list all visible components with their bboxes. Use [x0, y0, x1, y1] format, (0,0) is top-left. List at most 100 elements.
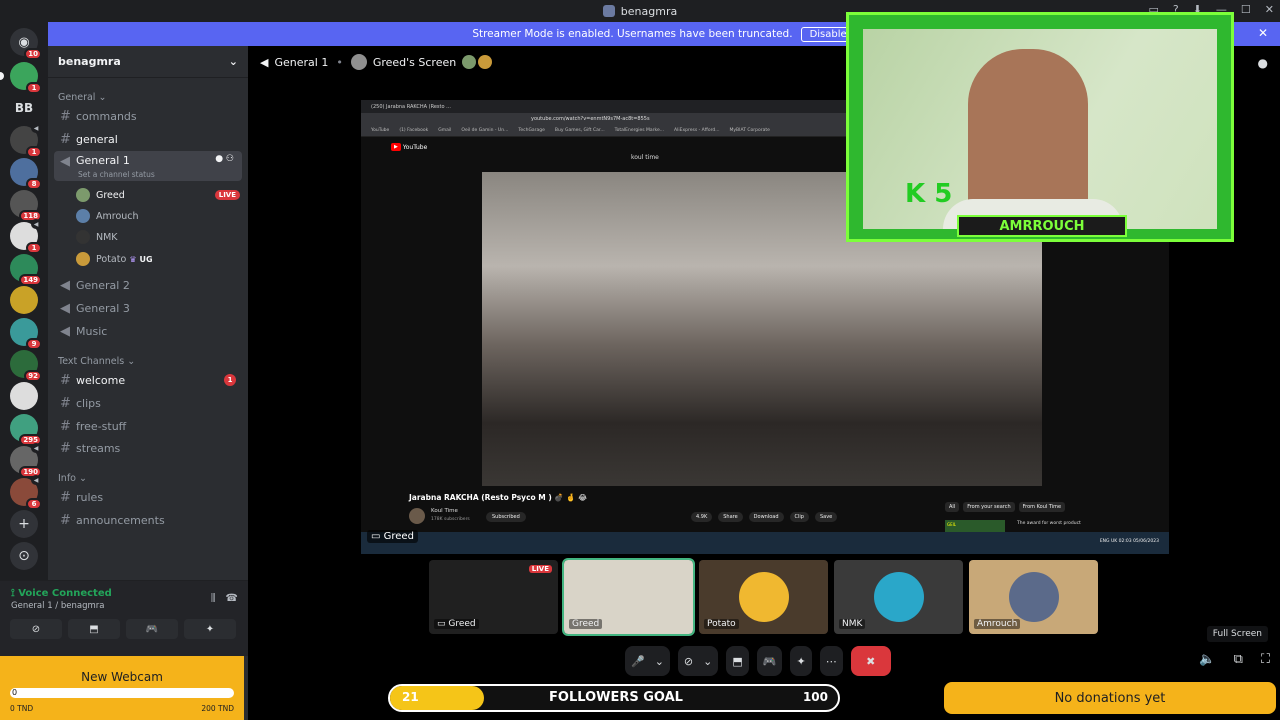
- speaker-icon: ◀: [31, 443, 41, 453]
- popout-icon[interactable]: ⧉: [1234, 652, 1243, 667]
- channel-general[interactable]: # general: [54, 129, 242, 149]
- participant-tile[interactable]: Greed: [562, 558, 695, 636]
- participant-name: Amrouch: [974, 619, 1021, 629]
- explore-servers-button[interactable]: ⊙: [10, 542, 38, 570]
- server-icon[interactable]: 8: [10, 158, 42, 190]
- server-header[interactable]: benagmra ⌄: [48, 46, 248, 78]
- taskbar-clock: ENG UK 02:03 05/06/2023: [1099, 539, 1159, 544]
- close-window-button[interactable]: ✕: [1265, 3, 1274, 16]
- channel-welcome[interactable]: # welcome 1: [54, 370, 242, 390]
- tag-icon: ♛: [129, 254, 137, 264]
- participant-tile[interactable]: Potato: [699, 560, 828, 634]
- server-icon[interactable]: 92: [10, 350, 42, 382]
- share-screen-button[interactable]: ⬒: [68, 619, 120, 639]
- channel-music[interactable]: ◀ Music: [54, 321, 242, 341]
- logo-text: K 5: [905, 179, 953, 209]
- server-icon[interactable]: ◀ 6: [10, 475, 42, 510]
- chat-icon[interactable]: ●: [1258, 56, 1268, 70]
- category-info[interactable]: Info ⌄: [58, 473, 87, 484]
- voice-status[interactable]: ⟟ Voice Connected: [11, 588, 112, 599]
- soundboard-button[interactable]: ✦: [184, 619, 236, 639]
- camera-button[interactable]: ⊘ ⌄: [677, 646, 719, 676]
- avatar: [350, 54, 367, 70]
- webcam-goal-min: 0 TND: [10, 704, 34, 713]
- soundboard-button[interactable]: ✦: [790, 646, 812, 676]
- fullscreen-icon[interactable]: ⛶: [1261, 652, 1270, 667]
- server-icon[interactable]: 118: [10, 190, 42, 222]
- server-badge: 92: [24, 370, 42, 382]
- participant-tile[interactable]: LIVE ▭ Greed: [429, 560, 558, 634]
- channel-rules[interactable]: # rules: [54, 487, 242, 507]
- channel-free-stuff[interactable]: # free-stuff: [54, 416, 242, 436]
- channel-announcements[interactable]: # announcements: [54, 510, 242, 530]
- disconnect-icon[interactable]: ☎: [226, 593, 238, 604]
- avatar: [462, 55, 477, 69]
- noise-suppression-icon[interactable]: ⫼: [211, 593, 216, 604]
- home-button[interactable]: ◉ 10: [10, 28, 42, 60]
- voice-user-amrouch[interactable]: Amrouch: [76, 207, 139, 225]
- avatar: [478, 55, 493, 69]
- avatar: [739, 572, 789, 622]
- server-icon[interactable]: ◀ 190: [10, 443, 42, 478]
- hash-icon: #: [60, 372, 71, 388]
- stream-owner-label: ▭ Greed: [367, 530, 418, 543]
- server-icon[interactable]: 149: [10, 254, 42, 286]
- category-general[interactable]: General ⌄: [58, 92, 106, 103]
- maximize-button[interactable]: ☐: [1241, 3, 1251, 16]
- fullscreen-tooltip: Full Screen: [1206, 626, 1268, 642]
- participant-tile[interactable]: Amrouch: [969, 560, 1098, 634]
- server-icon[interactable]: [10, 286, 38, 314]
- server-icon[interactable]: 295: [10, 414, 42, 446]
- server-icon[interactable]: ◀ 1: [10, 219, 42, 254]
- chevron-down-icon: ⌄: [228, 55, 238, 68]
- share-screen-button[interactable]: ⬒: [726, 646, 749, 676]
- video-title: Jarabna RAKCHA (Resto Psyco M ) 💣 🤞 😂: [409, 493, 588, 502]
- more-button[interactable]: ⋯: [819, 646, 843, 676]
- category-text-channels[interactable]: Text Channels ⌄: [58, 356, 135, 367]
- server-badge: 1: [26, 82, 42, 94]
- volume-icon[interactable]: 🔈: [1199, 652, 1215, 667]
- server-icon[interactable]: BB: [10, 94, 38, 122]
- server-icon[interactable]: 9: [10, 318, 42, 350]
- hash-icon: #: [60, 131, 71, 147]
- participant-name: Greed: [569, 619, 603, 629]
- app-window: benagmra ▭ ? ⬇ — ☐ ✕ ◉ 10 1 BB ◀ 1 8 118: [0, 0, 1280, 720]
- stage-right-controls: 🔈 ⧉ ⛶: [1199, 652, 1270, 667]
- channel-clips[interactable]: # clips: [54, 393, 242, 413]
- channel-commands[interactable]: # commands: [54, 106, 242, 126]
- server-icon[interactable]: 1: [10, 62, 42, 94]
- channel-status[interactable]: Set a channel status: [78, 170, 155, 179]
- activity-button[interactable]: 🎮: [126, 619, 178, 639]
- webcam-goal-title: New Webcam: [81, 670, 163, 684]
- channel-title: General 1: [274, 55, 329, 69]
- participant-tile[interactable]: NMK: [834, 560, 963, 634]
- speaker-icon: ◀: [260, 55, 269, 69]
- voice-user-nmk[interactable]: NMK: [76, 228, 118, 246]
- avatar: [76, 230, 90, 244]
- server-icon[interactable]: [10, 382, 38, 410]
- server-pip: [0, 72, 4, 80]
- voice-user-potato[interactable]: Potato ♛ UG: [76, 250, 153, 268]
- channel-general-2[interactable]: ◀ General 2: [54, 275, 242, 295]
- channel-streams[interactable]: # streams: [54, 438, 242, 458]
- hash-icon: #: [60, 418, 71, 434]
- activities-button[interactable]: 🎮: [756, 646, 783, 676]
- voice-actions: ⫼ ☎: [211, 593, 238, 604]
- webcam-goal-widget: New Webcam 0 0 TND 200 TND: [0, 656, 244, 720]
- close-icon[interactable]: ✕: [1258, 26, 1268, 40]
- hash-icon: #: [60, 108, 71, 124]
- add-server-button[interactable]: +: [10, 510, 38, 538]
- chat-icon[interactable]: ● ⚇: [215, 154, 234, 164]
- camera-off-button[interactable]: ⊘: [10, 619, 62, 639]
- signal-icon: ⟟: [11, 588, 15, 599]
- mic-icon: 🎤: [631, 654, 645, 668]
- webcam-goal-bar: [10, 688, 234, 698]
- hash-icon: #: [60, 440, 71, 456]
- mute-button[interactable]: 🎤 ⌄: [625, 646, 670, 676]
- channel-general-3[interactable]: ◀ General 3: [54, 298, 242, 318]
- voice-user-greed[interactable]: Greed: [76, 186, 125, 204]
- server-icon[interactable]: ◀ 1: [10, 123, 42, 158]
- voice-channel-path[interactable]: General 1 / benagmra: [11, 601, 104, 611]
- leave-call-button[interactable]: ✖: [850, 646, 891, 676]
- camera-off-icon: ⊘: [683, 654, 694, 668]
